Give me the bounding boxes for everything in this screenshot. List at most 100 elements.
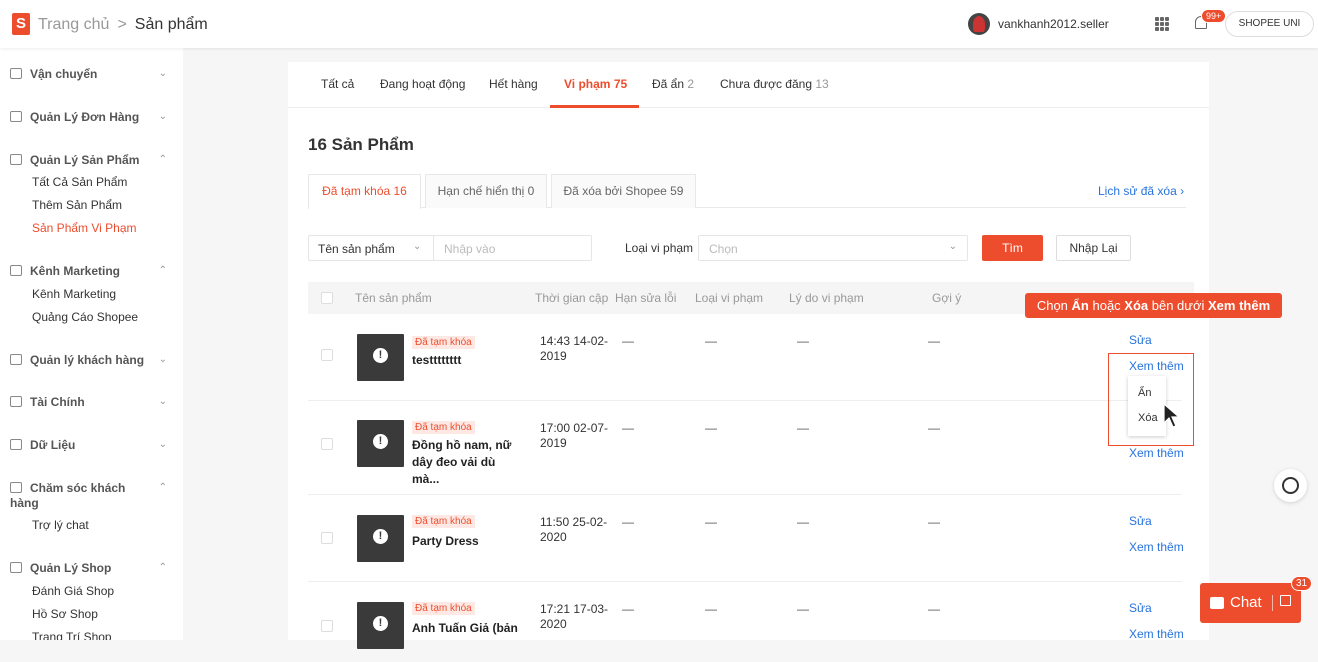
page-title: 16 Sản Phẩm bbox=[308, 135, 414, 154]
row-checkbox[interactable] bbox=[321, 620, 333, 632]
sidebar-section-marketing[interactable]: Kênh Marketing ⌃ bbox=[10, 264, 175, 278]
sidebar-item-shopee-ads[interactable]: Quảng Cáo Shopee bbox=[32, 310, 138, 324]
product-thumbnail[interactable]: ! bbox=[357, 515, 404, 562]
chevron-up-icon: ⌃ bbox=[158, 482, 167, 493]
hide-menu-item[interactable]: Ẩn bbox=[1138, 387, 1151, 399]
deleted-history-link[interactable]: Lịch sử đã xóa › bbox=[1098, 184, 1184, 198]
reset-button[interactable]: Nhập Lại bbox=[1056, 235, 1131, 261]
product-name[interactable]: testttttttt bbox=[412, 352, 522, 369]
product-name[interactable]: Party Dress bbox=[412, 533, 522, 550]
sidebar-section-label: Quản Lý Sản Phẩm bbox=[30, 153, 140, 167]
sidebar-section-data[interactable]: Dữ Liệu ⌄ bbox=[10, 438, 175, 452]
sidebar-section-orders[interactable]: Quản Lý Đơn Hàng ⌄ bbox=[10, 110, 175, 124]
status-tabs: Tất cả Đang hoạt động Hết hàng Vi phạm 7… bbox=[288, 62, 1209, 108]
edit-link[interactable]: Sửa bbox=[1129, 333, 1152, 347]
sidebar-section-customer-care[interactable]: Chăm sóc khách hàng bbox=[10, 481, 135, 511]
search-button[interactable]: Tìm bbox=[982, 235, 1043, 261]
column-header: Lý do vi phạm bbox=[789, 291, 864, 305]
violation-subtabs: Đã tạm khóa 16 Hạn chế hiển thị 0 Đã xóa… bbox=[308, 174, 1186, 209]
chat-button[interactable]: Chat bbox=[1200, 583, 1301, 623]
warning-icon: ! bbox=[373, 529, 388, 544]
product-thumbnail[interactable]: ! bbox=[357, 334, 404, 381]
chevron-down-icon: ⌄ bbox=[158, 111, 167, 122]
support-icon bbox=[10, 482, 22, 493]
divider bbox=[433, 236, 434, 260]
help-icon[interactable] bbox=[1274, 469, 1307, 502]
sidebar-item-shop-rating[interactable]: Đánh Giá Shop bbox=[32, 584, 114, 598]
filter-field-select[interactable]: Tên sản phẩm bbox=[318, 242, 395, 256]
chat-badge: 31 bbox=[1291, 576, 1313, 591]
violation-type-placeholder: Chọn bbox=[709, 242, 738, 256]
product-thumbnail[interactable]: ! bbox=[357, 420, 404, 467]
sidebar-section-products[interactable]: Quản Lý Sản Phẩm ⌃ bbox=[10, 153, 175, 167]
sidebar-item-shop-profile[interactable]: Hồ Sơ Shop bbox=[32, 607, 98, 621]
sidebar-section-customers[interactable]: Quản lý khách hàng ⌄ bbox=[10, 353, 175, 367]
deadline-value: — bbox=[622, 602, 634, 616]
view-more-link[interactable]: Xem thêm bbox=[1129, 627, 1184, 641]
updated-time: 17:00 02-07-2019 bbox=[540, 421, 609, 450]
active-tab-indicator bbox=[550, 105, 639, 108]
edit-link[interactable]: Sửa bbox=[1129, 514, 1152, 528]
product-thumbnail[interactable]: ! bbox=[357, 602, 404, 649]
table-row: ! Đã tạm khóa Đồng hồ nam, nữ dây đeo vả… bbox=[308, 401, 1184, 495]
apps-grid-icon[interactable] bbox=[1155, 17, 1169, 31]
sidebar-section-label: Quản Lý Shop bbox=[30, 561, 112, 575]
updated-time: 17:21 17-03-2020 bbox=[540, 602, 609, 631]
row-checkbox[interactable] bbox=[321, 438, 333, 450]
sidebar-item-all-products[interactable]: Tất Cả Sản Phẩm bbox=[32, 175, 127, 189]
subtab-deleted[interactable]: Đã xóa bởi Shopee 59 bbox=[551, 174, 696, 208]
sidebar-item-shop-decor[interactable]: Trang Trí Shop bbox=[32, 630, 112, 640]
sidebar-section-shop[interactable]: Quản Lý Shop ⌃ bbox=[10, 561, 175, 575]
sidebar-item-chat-assistant[interactable]: Trợ lý chat bbox=[32, 518, 89, 532]
subtab-locked[interactable]: Đã tạm khóa 16 bbox=[308, 174, 421, 209]
product-name[interactable]: Đồng hồ nam, nữ dây đeo vải dù mà... bbox=[412, 437, 522, 488]
sidebar-item-add-product[interactable]: Thêm Sản Phẩm bbox=[32, 198, 122, 212]
hint-value: — bbox=[928, 421, 940, 435]
tab-all[interactable]: Tất cả bbox=[321, 77, 354, 91]
table-row: ! Đã tạm khóa Anh Tuấn Giả (bản 17:21 17… bbox=[308, 582, 1184, 662]
tab-count: 13 bbox=[815, 77, 829, 91]
status-badge: Đã tạm khóa bbox=[412, 515, 475, 528]
chevron-down-icon[interactable]: ⌄ bbox=[413, 241, 421, 252]
shop-icon bbox=[10, 562, 22, 573]
breadcrumb-home[interactable]: Trang chủ bbox=[38, 16, 109, 33]
chevron-down-icon: ⌄ bbox=[158, 439, 167, 450]
tab-unpublished[interactable]: Chưa được đăng 13 bbox=[720, 77, 829, 91]
view-more-link[interactable]: Xem thêm bbox=[1129, 446, 1184, 460]
edit-link[interactable]: Sửa bbox=[1129, 601, 1152, 615]
tab-violations[interactable]: Vi phạm 75 bbox=[564, 77, 627, 91]
expand-icon[interactable] bbox=[1280, 595, 1291, 606]
subtab-restricted[interactable]: Hạn chế hiển thị 0 bbox=[425, 174, 547, 208]
sidebar-section-shipping[interactable]: Vận chuyển ⌄ bbox=[10, 67, 175, 81]
sidebar-section-finance[interactable]: Tài Chính ⌄ bbox=[10, 395, 175, 409]
search-input[interactable]: Nhập vào bbox=[444, 242, 495, 256]
tab-active[interactable]: Đang hoạt động bbox=[380, 77, 465, 91]
username: vankhanh2012.seller bbox=[998, 17, 1109, 31]
tab-out-of-stock[interactable]: Hết hàng bbox=[489, 77, 538, 91]
product-name[interactable]: Anh Tuấn Giả (bản bbox=[412, 620, 522, 637]
deadline-value: — bbox=[622, 334, 634, 348]
sidebar-item-marketing-channel[interactable]: Kênh Marketing bbox=[32, 287, 116, 301]
violation-reason-value: — bbox=[797, 515, 809, 529]
tag-icon bbox=[10, 265, 22, 276]
select-all-checkbox[interactable] bbox=[321, 292, 333, 304]
violation-type-value: — bbox=[705, 515, 717, 529]
user-menu[interactable]: vankhanh2012.seller bbox=[968, 12, 1109, 36]
tab-hidden[interactable]: Đã ẩn 2 bbox=[652, 77, 694, 91]
shopee-uni-button[interactable]: SHOPEE UNI bbox=[1225, 11, 1314, 37]
shopee-logo[interactable]: S bbox=[12, 13, 30, 35]
breadcrumb: Trang chủ > Sản phẩm bbox=[38, 16, 208, 34]
view-more-link[interactable]: Xem thêm bbox=[1129, 540, 1184, 554]
delete-menu-item[interactable]: Xóa bbox=[1138, 412, 1158, 424]
column-header: Hạn sửa lỗi bbox=[615, 291, 677, 305]
violation-type-value: — bbox=[705, 334, 717, 348]
chevron-up-icon: ⌃ bbox=[158, 265, 167, 276]
violation-type-select[interactable]: Chọn ⌄ bbox=[698, 235, 968, 261]
row-checkbox[interactable] bbox=[321, 349, 333, 361]
row-checkbox[interactable] bbox=[321, 532, 333, 544]
tab-count: 2 bbox=[687, 77, 695, 91]
column-header[interactable]: Thời gian cập bbox=[535, 291, 608, 305]
top-bar: S Trang chủ > Sản phẩm vankhanh2012.seller… bbox=[0, 0, 1318, 48]
sidebar-item-violations[interactable]: Sản Phẩm Vi Phạm bbox=[32, 221, 137, 235]
tab-label: Hết hàng bbox=[489, 77, 538, 91]
